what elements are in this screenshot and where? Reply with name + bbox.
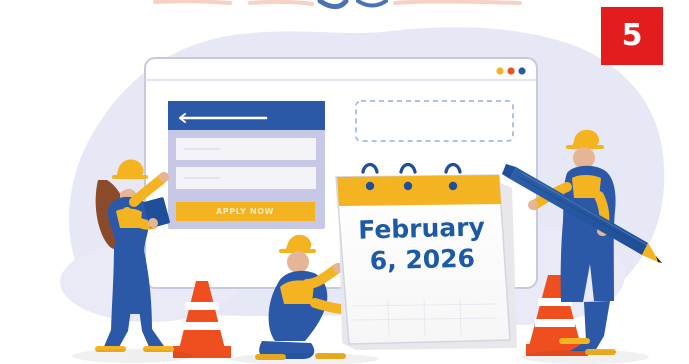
calendar-date: February 6, 2026	[350, 212, 494, 277]
step-number-badge: 5	[601, 7, 663, 65]
apply-now-label: APPLY NOW	[215, 207, 275, 216]
badge-number: 5	[621, 18, 643, 53]
top-cropped-heading	[153, 0, 522, 10]
calendar-day-year: 6, 2026	[369, 243, 476, 276]
ground-shadows	[72, 349, 649, 364]
illustration-svg	[60, 0, 665, 364]
construction-illustration: 5 APPLY NOW February 6, 2026	[0, 0, 689, 364]
calendar-month: February	[357, 212, 486, 245]
apply-now-button[interactable]: APPLY NOW	[176, 203, 314, 221]
window-controls-icon	[496, 67, 526, 75]
